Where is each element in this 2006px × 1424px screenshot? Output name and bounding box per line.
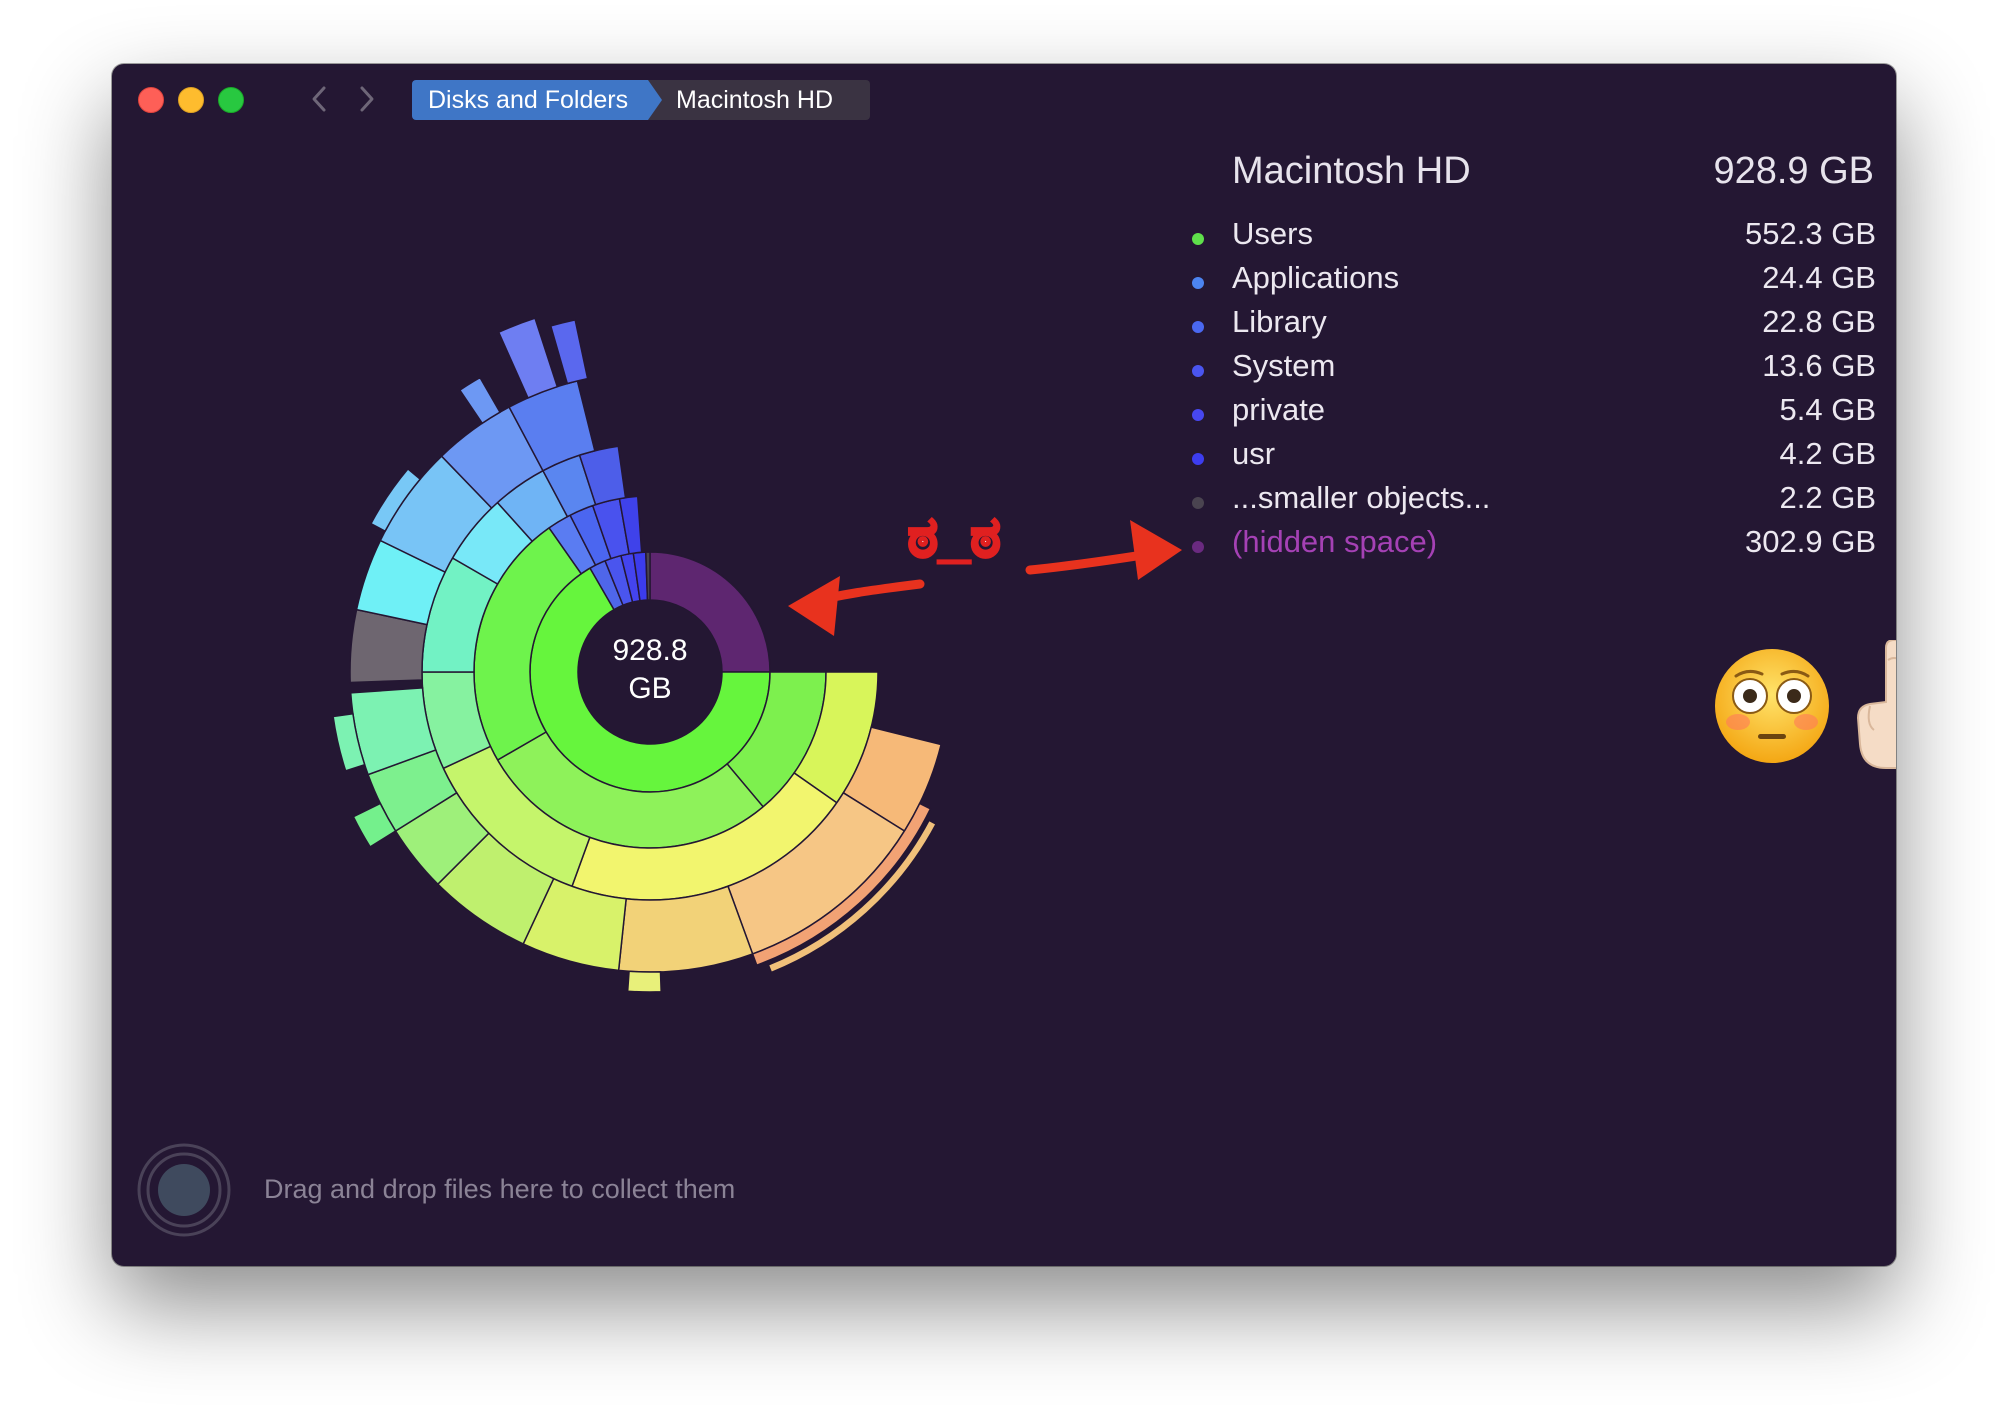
legend-item-size: 552.3 GB	[1745, 216, 1876, 251]
center-size-unit: GB	[628, 672, 671, 705]
legend-item-system[interactable]: System 13.6 GB	[1192, 348, 1876, 392]
legend-item-hidden-space[interactable]: (hidden space) 302.9 GB	[1192, 524, 1876, 568]
legend-item-label: ...smaller objects...	[1232, 480, 1491, 515]
legend-item-size: 24.4 GB	[1762, 260, 1876, 295]
annotation-text: ಠ_ಠ	[906, 504, 1002, 570]
drop-zone-hint: Drag and drop files here to collect them	[264, 1174, 736, 1204]
legend-total-size: 928.9 GB	[1713, 150, 1874, 192]
applications-color-dot	[1192, 277, 1204, 289]
usr-color-dot	[1192, 453, 1204, 465]
legend-item-smaller-objects[interactable]: ...smaller objects... 2.2 GB	[1192, 480, 1876, 524]
center-size-value: 928.8	[612, 634, 687, 667]
legend-item-size: 2.2 GB	[1779, 480, 1877, 515]
arrow-left	[788, 576, 925, 636]
legend-item-size: 5.4 GB	[1779, 392, 1877, 427]
legend-item-users[interactable]: Users 552.3 GB	[1192, 216, 1876, 260]
legend-item-label: System	[1232, 348, 1336, 383]
legend-item-label: (hidden space)	[1232, 524, 1438, 559]
sunburst-segment[interactable]	[497, 317, 559, 399]
legend-item-size: 22.8 GB	[1762, 304, 1876, 339]
legend-item-label: usr	[1232, 436, 1276, 471]
app-window: Macintosh HD Disks and Folders 928.8 GB …	[112, 64, 1896, 1266]
legend-item-label: Library	[1232, 304, 1327, 339]
pointing-up-hand-emoji-icon	[1856, 640, 1896, 769]
sunburst-segment[interactable]	[458, 376, 502, 425]
hidden-space-color-dot	[1192, 541, 1204, 553]
library-color-dot	[1192, 321, 1204, 333]
sunburst-segment[interactable]	[549, 318, 589, 385]
legend-title: Macintosh HD	[1232, 150, 1471, 192]
legend-item-label: Users	[1232, 216, 1313, 251]
system-color-dot	[1192, 365, 1204, 377]
legend-item-library[interactable]: Library 22.8 GB	[1192, 304, 1876, 348]
smaller-objects-color-dot	[1192, 497, 1204, 509]
legend-item-usr[interactable]: usr 4.2 GB	[1192, 436, 1876, 480]
legend-item-private[interactable]: private 5.4 GB	[1192, 392, 1876, 436]
sunburst-segment[interactable]	[617, 885, 754, 973]
legend-item-label: Applications	[1232, 260, 1400, 295]
users-color-dot	[1192, 233, 1204, 245]
arrow-right	[1025, 520, 1182, 580]
legend-list: Users 552.3 GB Applications 24.4 GB Libr…	[1192, 216, 1876, 568]
legend-item-applications[interactable]: Applications 24.4 GB	[1192, 260, 1876, 304]
flushed-face-emoji-icon	[1715, 649, 1829, 763]
private-color-dot	[1192, 409, 1204, 421]
sunburst-segment[interactable]	[626, 970, 662, 993]
legend-item-size: 13.6 GB	[1762, 348, 1876, 383]
collector-drop-icon[interactable]	[136, 1142, 232, 1238]
legend-item-size: 302.9 GB	[1745, 524, 1876, 559]
legend-item-size: 4.2 GB	[1779, 436, 1877, 471]
legend-item-label: private	[1232, 392, 1326, 427]
